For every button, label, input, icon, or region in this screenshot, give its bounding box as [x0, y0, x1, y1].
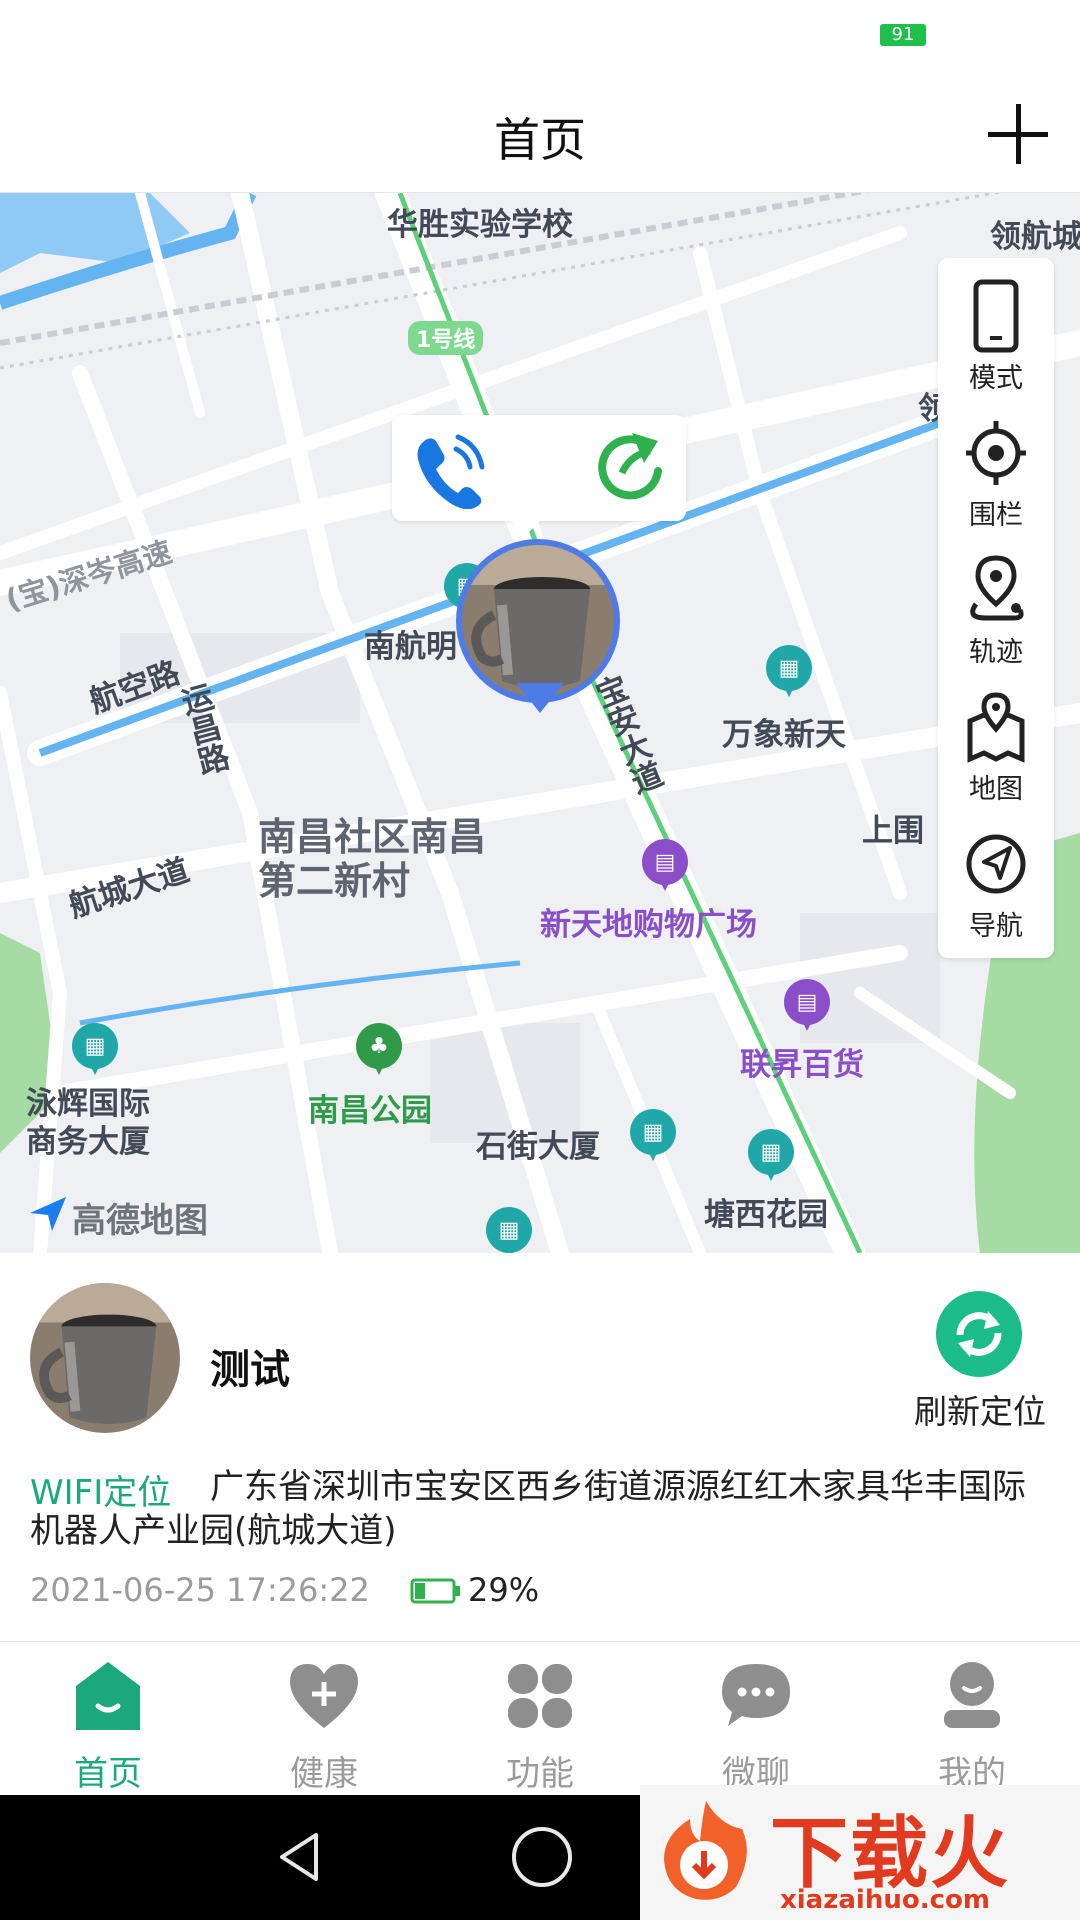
bottom-tab-bar: 首页 健康 功能 微聊 我的 — [0, 1641, 1080, 1796]
battery-percent: 29% — [468, 1571, 540, 1609]
fence-button[interactable]: 围栏 — [938, 401, 1054, 538]
tab-chat[interactable]: 微聊 — [648, 1658, 864, 1794]
user-icon — [934, 1658, 1010, 1734]
crosshair-icon — [966, 415, 1026, 491]
device-location-marker[interactable] — [456, 539, 620, 703]
tab-functions[interactable]: 功能 — [432, 1658, 648, 1794]
map-label-yonghui: 泳辉国际商务大厦 — [26, 1086, 150, 1160]
phone-call-icon[interactable] — [410, 429, 486, 509]
map-label-school: 华胜实验学校 — [387, 207, 573, 243]
marker-pointer — [516, 683, 564, 713]
map-button[interactable]: 地图 — [938, 675, 1054, 812]
tab-me[interactable]: 我的 — [864, 1658, 1080, 1794]
back-icon[interactable] — [270, 1827, 330, 1887]
navigation-label: 导航 — [969, 911, 1023, 942]
map-label-xintiandi: 新天地购物广场 — [540, 907, 757, 943]
map-label-nanchang-park: 南昌公园 — [308, 1093, 432, 1129]
clover-icon — [502, 1658, 578, 1734]
address-text: 广东省深圳市宝安区西乡街道源源红红木家具华丰国际机器人产业园(航城大道) — [30, 1467, 1026, 1551]
refresh-icon — [936, 1291, 1022, 1377]
battery-icon — [410, 1574, 462, 1604]
device-name: 测试 — [210, 1347, 290, 1393]
amap-logo-icon — [28, 1197, 68, 1243]
tab-home[interactable]: 首页 — [0, 1658, 216, 1794]
track-label: 轨迹 — [969, 637, 1023, 668]
refresh-arrow-icon[interactable] — [592, 427, 674, 509]
app-header: 首页 — [0, 80, 1080, 193]
status-battery: 91 — [880, 24, 926, 46]
map-label-nanhang: 南航明 — [364, 629, 457, 665]
map-label-shangwei: 上围 — [862, 813, 924, 849]
map-label-lingang-top: 领航城 — [990, 219, 1080, 255]
tab-functions-label: 功能 — [506, 1754, 574, 1794]
map-label-metro: 1号线 — [408, 321, 484, 355]
mode-button[interactable]: 模式 — [938, 264, 1054, 401]
poi-pin-icon[interactable]: ▦ — [486, 1207, 532, 1253]
poi-pin-icon[interactable]: ▦ — [748, 1129, 794, 1183]
tab-home-label: 首页 — [74, 1754, 142, 1794]
location-timestamp: 2021-06-25 17:26:22 — [30, 1571, 370, 1609]
track-button[interactable]: 轨迹 — [938, 538, 1054, 675]
poi-pin-icon[interactable]: ▦ — [72, 1023, 118, 1077]
poi-pin-icon[interactable]: ▦ — [630, 1109, 676, 1163]
home-icon — [70, 1658, 146, 1734]
refresh-location-label: 刷新定位 — [914, 1392, 1046, 1431]
track-pin-icon — [966, 552, 1026, 628]
home-circle-icon[interactable] — [512, 1827, 572, 1887]
page-title: 首页 — [494, 113, 586, 167]
map-label-lianyu: 联昇百货 — [740, 1047, 864, 1083]
map-side-toolbar: 模式 围栏 轨迹 地图 导航 — [938, 258, 1054, 958]
flame-logo-icon — [650, 1795, 762, 1907]
navigation-icon — [966, 826, 1026, 902]
poi-pin-icon[interactable]: ▦ — [766, 645, 812, 699]
status-bar: 91 — [0, 0, 1080, 80]
map-view[interactable]: 华胜实验学校 1号线 领航城 领航城扬 (宝)深岑高速 航空路 运昌路 南航明 … — [0, 193, 1080, 1253]
map-icon — [966, 689, 1026, 765]
map-label-nanchang-community: 南昌社区南昌第二新村 — [258, 815, 487, 903]
map-label: 地图 — [969, 774, 1023, 805]
location-address: 广东省深圳市宝安区西乡街道源源红红木家具华丰国际机器人产业园(航城大道) — [30, 1465, 1050, 1553]
heart-plus-icon — [286, 1658, 362, 1734]
poi-pin-icon[interactable]: ▤ — [784, 979, 830, 1033]
map-brand: 高德地图 — [28, 1193, 208, 1243]
map-label-shijie: 石街大厦 — [476, 1129, 600, 1165]
map-label-tangxi: 塘西花园 — [704, 1197, 828, 1233]
tab-health-label: 健康 — [290, 1754, 358, 1794]
device-battery: 29% — [410, 1571, 539, 1609]
map-label-wanxiang: 万象新天 — [722, 717, 846, 753]
avatar — [462, 545, 614, 697]
mode-label: 模式 — [969, 363, 1023, 394]
tab-health[interactable]: 健康 — [216, 1658, 432, 1794]
device-action-popup — [392, 415, 686, 535]
watermark: 下载火 xiazaihuo.com — [640, 1785, 1080, 1920]
poi-pin-icon[interactable]: ▤ — [642, 839, 688, 893]
avatar[interactable] — [30, 1283, 180, 1433]
navigation-button[interactable]: 导航 — [938, 812, 1054, 949]
chat-bubble-icon — [718, 1658, 794, 1734]
map-brand-text: 高德地图 — [72, 1201, 208, 1241]
phone-device-icon — [966, 278, 1026, 354]
fence-label: 围栏 — [969, 500, 1023, 531]
device-info-panel: 测试 刷新定位 WIFI定位 广东省深圳市宝安区西乡街道源源红红木家具华丰国际机… — [0, 1253, 1080, 1641]
watermark-url: xiazaihuo.com — [780, 1885, 990, 1915]
plus-icon[interactable] — [984, 100, 1052, 168]
poi-pin-icon[interactable]: ♣ — [356, 1023, 402, 1077]
